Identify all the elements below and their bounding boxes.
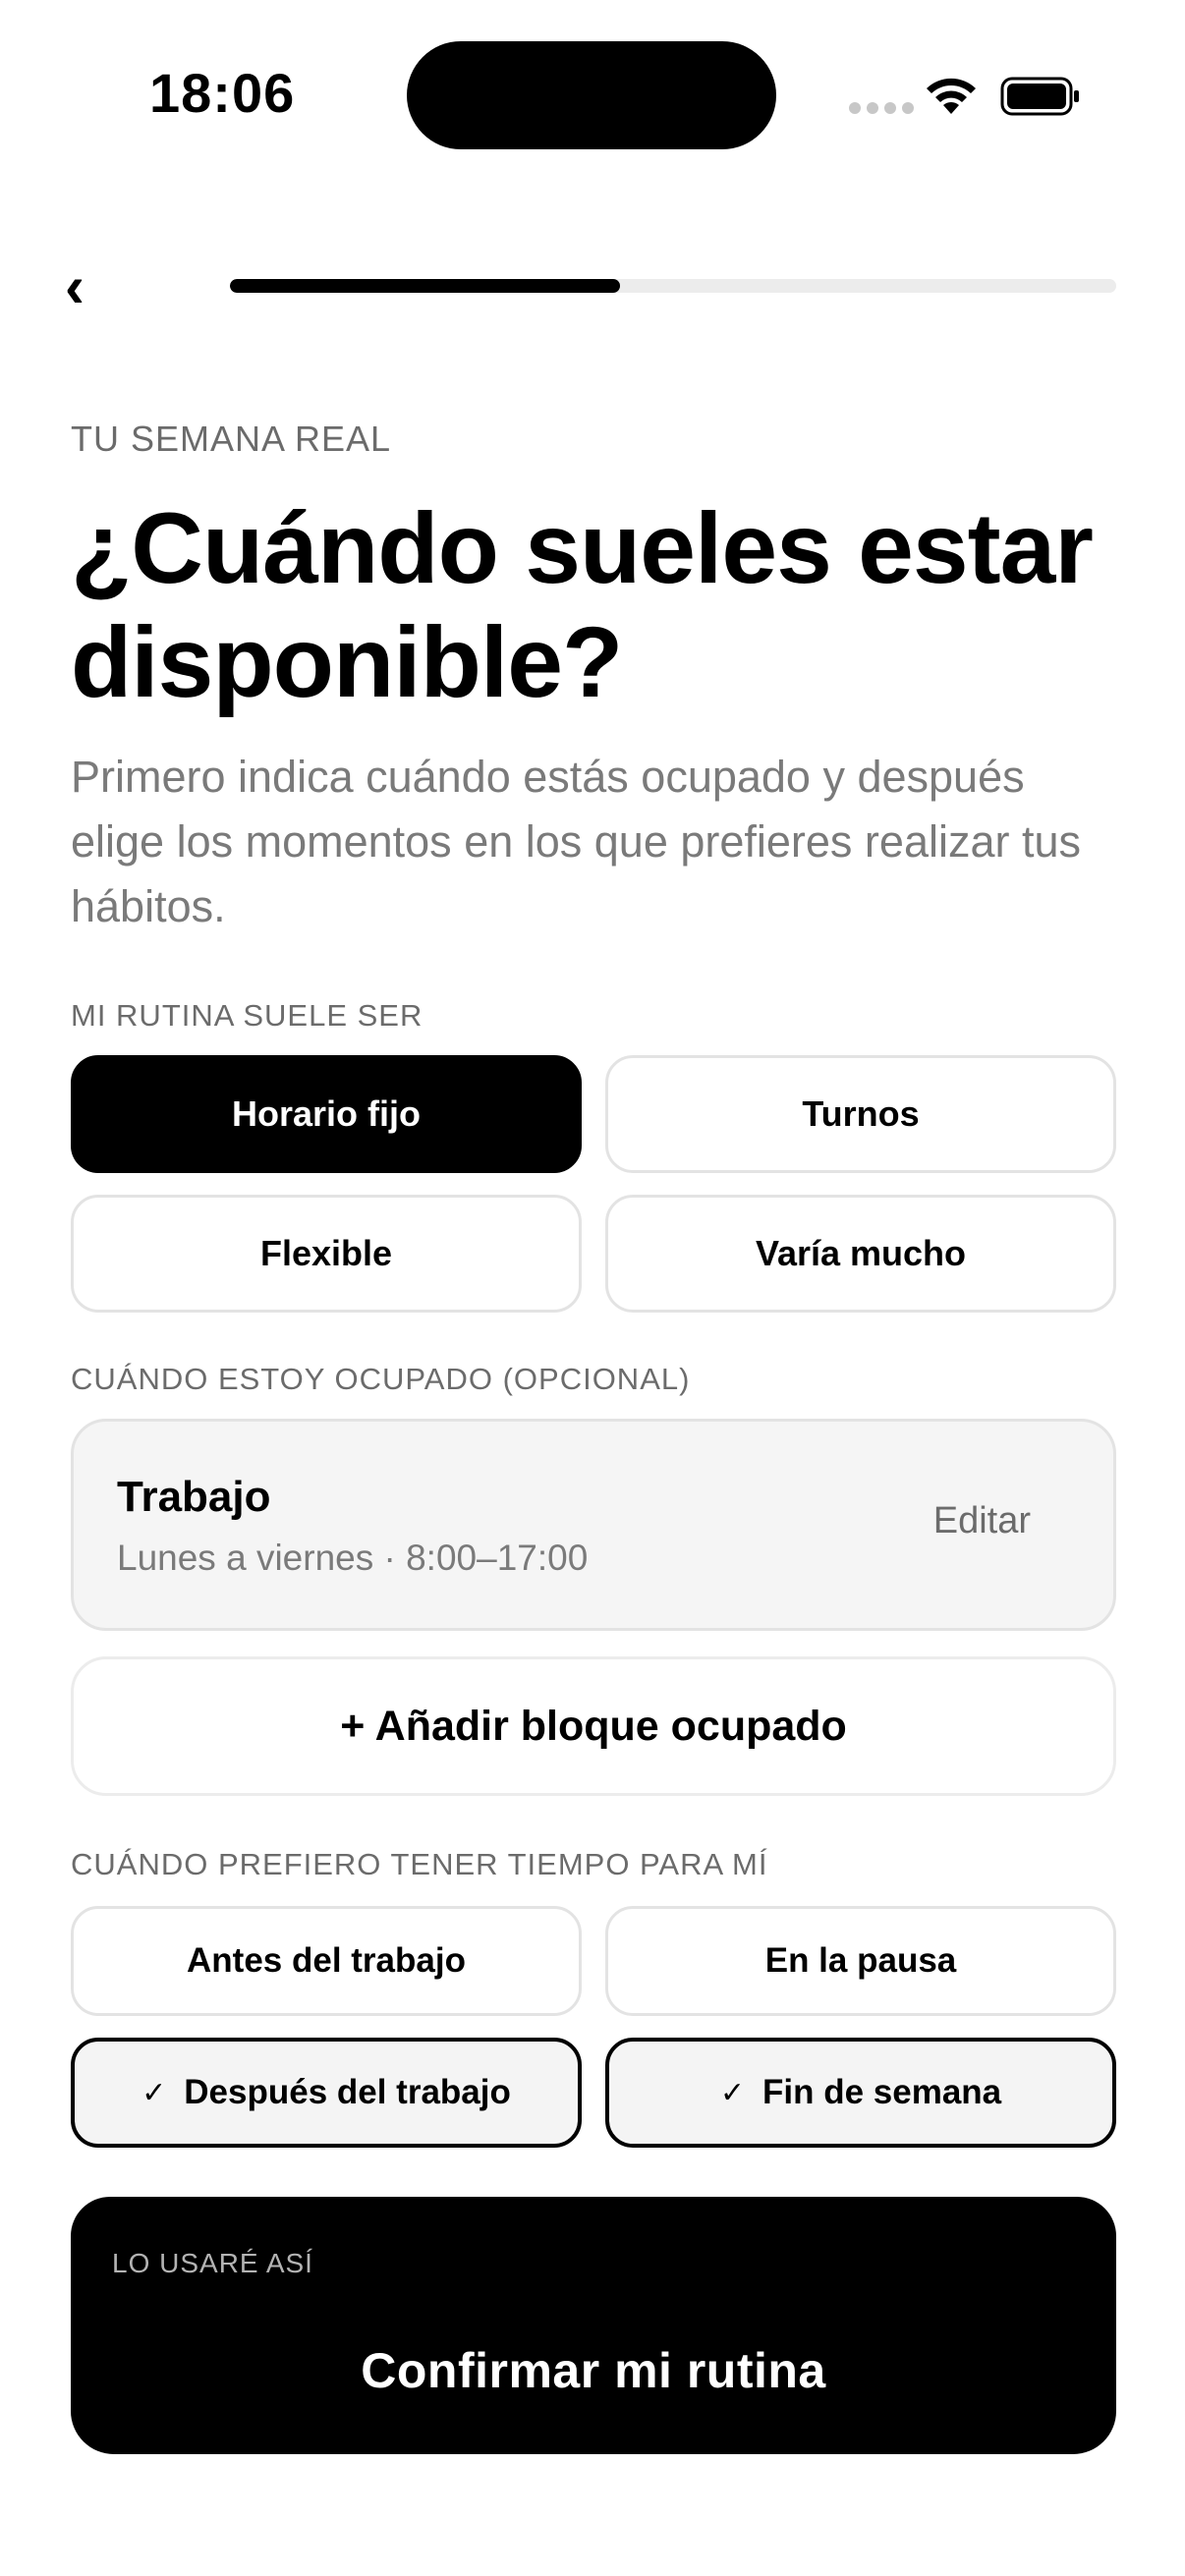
checkmark-icon: ✓ xyxy=(141,2076,167,2109)
busy-block-title: Trabajo xyxy=(117,1473,271,1521)
wifi-icon xyxy=(927,78,976,114)
confirm-routine-button[interactable]: Confirmar mi rutina xyxy=(71,2287,1116,2454)
routine-option-flexible[interactable]: Flexible xyxy=(71,1195,582,1313)
step-kicker: TU SEMANA REAL xyxy=(71,419,392,459)
preferences-section-label: CUÁNDO PREFIERO TENER TIEMPO PARA MÍ xyxy=(71,1847,768,1881)
checkmark-icon: ✓ xyxy=(719,2076,745,2109)
preference-label: En la pausa xyxy=(764,1941,957,1980)
back-chevron-icon[interactable]: ‹ xyxy=(65,257,85,316)
add-busy-block-button[interactable]: + Añadir bloque ocupado xyxy=(71,1656,1116,1796)
routine-section-label: MI RUTINA SUELE SER xyxy=(71,998,423,1033)
summary-label: LO USARÉ ASÍ xyxy=(112,2248,313,2278)
preference-option-fin-de-semana[interactable]: ✓ Fin de semana xyxy=(605,2038,1116,2148)
routine-option-horario-fijo[interactable]: Horario fijo xyxy=(71,1055,582,1173)
progress-bar xyxy=(230,279,1116,293)
screen: 18:06 ‹ TU SEMANA REAL ¿Cuándo sueles es… xyxy=(0,0,1185,2576)
preference-label: Fin de semana xyxy=(762,2073,1002,2111)
cellular-signal-icon xyxy=(849,102,914,114)
preference-option-antes-del-trabajo[interactable]: Antes del trabajo xyxy=(71,1906,582,2016)
preference-option-despues-del-trabajo[interactable]: ✓ Después del trabajo xyxy=(71,2038,582,2148)
routine-option-varia-mucho[interactable]: Varía mucho xyxy=(605,1195,1116,1313)
preference-option-en-la-pausa[interactable]: En la pausa xyxy=(605,1906,1116,2016)
page-subtitle: Primero indica cuándo estás ocupado y de… xyxy=(71,752,1082,931)
busy-block-card[interactable]: Trabajo Lunes a viernes · 8:00–17:00 Edi… xyxy=(71,1419,1116,1631)
preference-label: Después del trabajo xyxy=(184,2073,511,2111)
busy-block-schedule: Lunes a viernes · 8:00–17:00 xyxy=(117,1538,589,1578)
battery-icon xyxy=(1000,77,1079,116)
page-title: ¿Cuándo sueles estar disponible? xyxy=(71,492,1094,718)
status-time: 18:06 xyxy=(149,62,296,124)
edit-busy-block-button[interactable]: Editar xyxy=(933,1500,1031,1542)
preference-label: Antes del trabajo xyxy=(187,1941,466,1980)
dynamic-island xyxy=(407,41,776,149)
progress-bar-fill xyxy=(230,279,620,293)
routine-option-turnos[interactable]: Turnos xyxy=(605,1055,1116,1173)
busy-section-label: CUÁNDO ESTOY OCUPADO (OPCIONAL) xyxy=(71,1362,691,1396)
